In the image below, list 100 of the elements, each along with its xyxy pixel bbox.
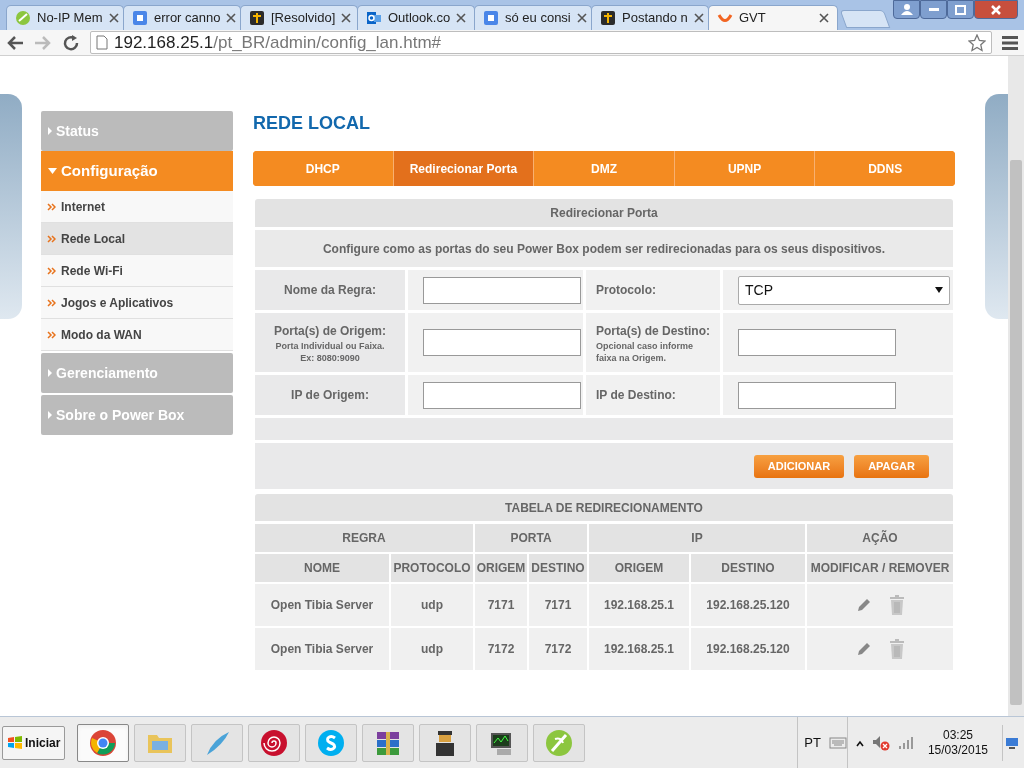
- caret-right-icon: [47, 126, 53, 136]
- taskbar-button[interactable]: [248, 723, 301, 762]
- link-label: Rede Wi-Fi: [61, 262, 123, 280]
- table-cell: Open Tibia Server: [255, 628, 389, 670]
- browser-tab[interactable]: No-IP Mem: [6, 5, 124, 30]
- reload-icon[interactable]: [62, 33, 80, 52]
- maximize-icon: [955, 4, 966, 15]
- chevrons-icon: [47, 266, 56, 275]
- close-icon[interactable]: [693, 13, 704, 23]
- select-value: TCP: [745, 280, 773, 300]
- table-cell: 192.168.25.1: [589, 628, 689, 670]
- table-cell: udp: [391, 628, 473, 670]
- section-label: Gerenciamento: [56, 363, 158, 383]
- input-field[interactable]: [738, 329, 896, 356]
- address-bar[interactable]: 192.168.25.1/pt_BR/admin/config_lan.htm#: [90, 31, 992, 54]
- window-button[interactable]: [920, 0, 947, 19]
- close-icon[interactable]: [576, 13, 587, 23]
- table-cell: 7172: [475, 628, 527, 670]
- table-cell: udp: [391, 584, 473, 626]
- start-label: Iniciar: [25, 734, 61, 752]
- input-field[interactable]: [423, 276, 581, 304]
- field-hint: faixa na Origem.: [596, 351, 667, 364]
- chevrons-icon: [47, 234, 56, 243]
- tab-title: Outlook.co: [388, 9, 451, 28]
- minimize-icon: [928, 8, 939, 11]
- sidebar-link[interactable]: Modo da WAN: [41, 319, 233, 351]
- tab-title: No-IP Mem: [37, 9, 103, 28]
- clock[interactable]: 03:25 15/03/2015: [921, 727, 994, 758]
- page-icon: [96, 35, 108, 50]
- chevrons-icon: [47, 202, 56, 211]
- taskbar-button[interactable]: [419, 723, 472, 762]
- link-label: Modo da WAN: [61, 326, 142, 344]
- clock-date: 15/03/2015: [927, 742, 988, 758]
- scrollbar[interactable]: [1008, 56, 1024, 716]
- section-label: Status: [56, 121, 99, 141]
- close-icon[interactable]: [226, 13, 237, 23]
- group-header: IP: [589, 524, 805, 552]
- input-field[interactable]: [423, 381, 581, 409]
- table-title: TABELA DE REDIRECIONAMENTO: [255, 494, 953, 521]
- tab-title: Postando n: [622, 9, 688, 28]
- browser-tab[interactable]: GVT: [708, 5, 838, 30]
- browser-tab[interactable]: Postando n: [591, 5, 709, 30]
- window-button[interactable]: [947, 0, 974, 19]
- tab-title: error canno: [154, 9, 221, 28]
- url-text: 192.168.25.1/pt_BR/admin/config_lan.htm#: [114, 31, 442, 54]
- browser-tab[interactable]: só eu consi: [474, 5, 592, 30]
- pencil-icon[interactable]: [855, 596, 871, 614]
- star-icon[interactable]: [968, 33, 986, 52]
- dropdown-arrow-icon: [935, 287, 943, 293]
- table-cell: Open Tibia Server: [255, 584, 389, 626]
- start-button[interactable]: Iniciar: [2, 725, 66, 760]
- close-icon[interactable]: [819, 13, 829, 23]
- link-label: Jogos e Aplicativos: [61, 294, 174, 312]
- browser-tab[interactable]: Outlook.co: [357, 5, 475, 30]
- language-indicator[interactable]: PT: [804, 732, 821, 753]
- caret-down-icon: [47, 167, 58, 175]
- browser-tab[interactable]: error canno: [123, 5, 241, 30]
- sidebar-link[interactable]: Internet: [41, 191, 233, 223]
- sidebar-link[interactable]: Rede Local: [41, 223, 233, 255]
- protocol-select[interactable]: TCP: [738, 275, 950, 305]
- mail-icon: [366, 10, 382, 26]
- sidebar-link[interactable]: Jogos e Aplicativos: [41, 287, 233, 319]
- user-icon: [900, 4, 913, 15]
- close-icon[interactable]: [341, 13, 352, 23]
- table-cell: 7171: [529, 584, 587, 626]
- input-field[interactable]: [423, 329, 581, 356]
- column-header: DESTINO: [529, 554, 587, 582]
- field-hint: Opcional caso informe: [596, 339, 694, 352]
- monitor-icon: [1004, 736, 1019, 749]
- group-header: AÇÃO: [807, 524, 953, 552]
- caret-up-icon[interactable]: [855, 738, 864, 747]
- caret-right-icon: [47, 410, 53, 420]
- tab-title: [Resolvido]: [271, 9, 336, 28]
- sidebar-link[interactable]: Rede Wi-Fi: [41, 255, 233, 287]
- pencil-icon[interactable]: [855, 640, 871, 658]
- window-button[interactable]: [893, 0, 920, 19]
- field-hint: Ex: 8080:9090: [300, 351, 360, 364]
- close-icon[interactable]: [108, 13, 119, 23]
- taskbar-button[interactable]: [476, 723, 529, 762]
- form-title: Redirecionar Porta: [255, 199, 953, 227]
- menu-icon[interactable]: [1002, 35, 1018, 50]
- taskbar-button[interactable]: [362, 723, 415, 762]
- speaker-muted-icon[interactable]: [871, 734, 890, 751]
- browser-tab[interactable]: [Resolvido]: [240, 5, 358, 30]
- scroll-thumb[interactable]: [1010, 160, 1022, 705]
- input-field[interactable]: [738, 381, 896, 409]
- signal-bars-icon[interactable]: [897, 735, 914, 750]
- table-cell: 7171: [475, 584, 527, 626]
- table-cell: 7172: [529, 628, 587, 670]
- back-icon[interactable]: [6, 34, 24, 51]
- show-desktop-button[interactable]: [1002, 724, 1020, 761]
- group-header: PORTA: [475, 524, 587, 552]
- column-header: MODIFICAR / REMOVER: [807, 554, 953, 582]
- close-icon[interactable]: [456, 13, 467, 23]
- table-cell: 192.168.25.1: [589, 584, 689, 626]
- column-header: PROTOCOLO: [391, 554, 473, 582]
- field-label: Porta(s) de Origem:: [274, 322, 386, 340]
- caret-right-icon: [47, 368, 53, 378]
- circle-logo-icon: [89, 728, 118, 757]
- window-button[interactable]: [974, 0, 1018, 19]
